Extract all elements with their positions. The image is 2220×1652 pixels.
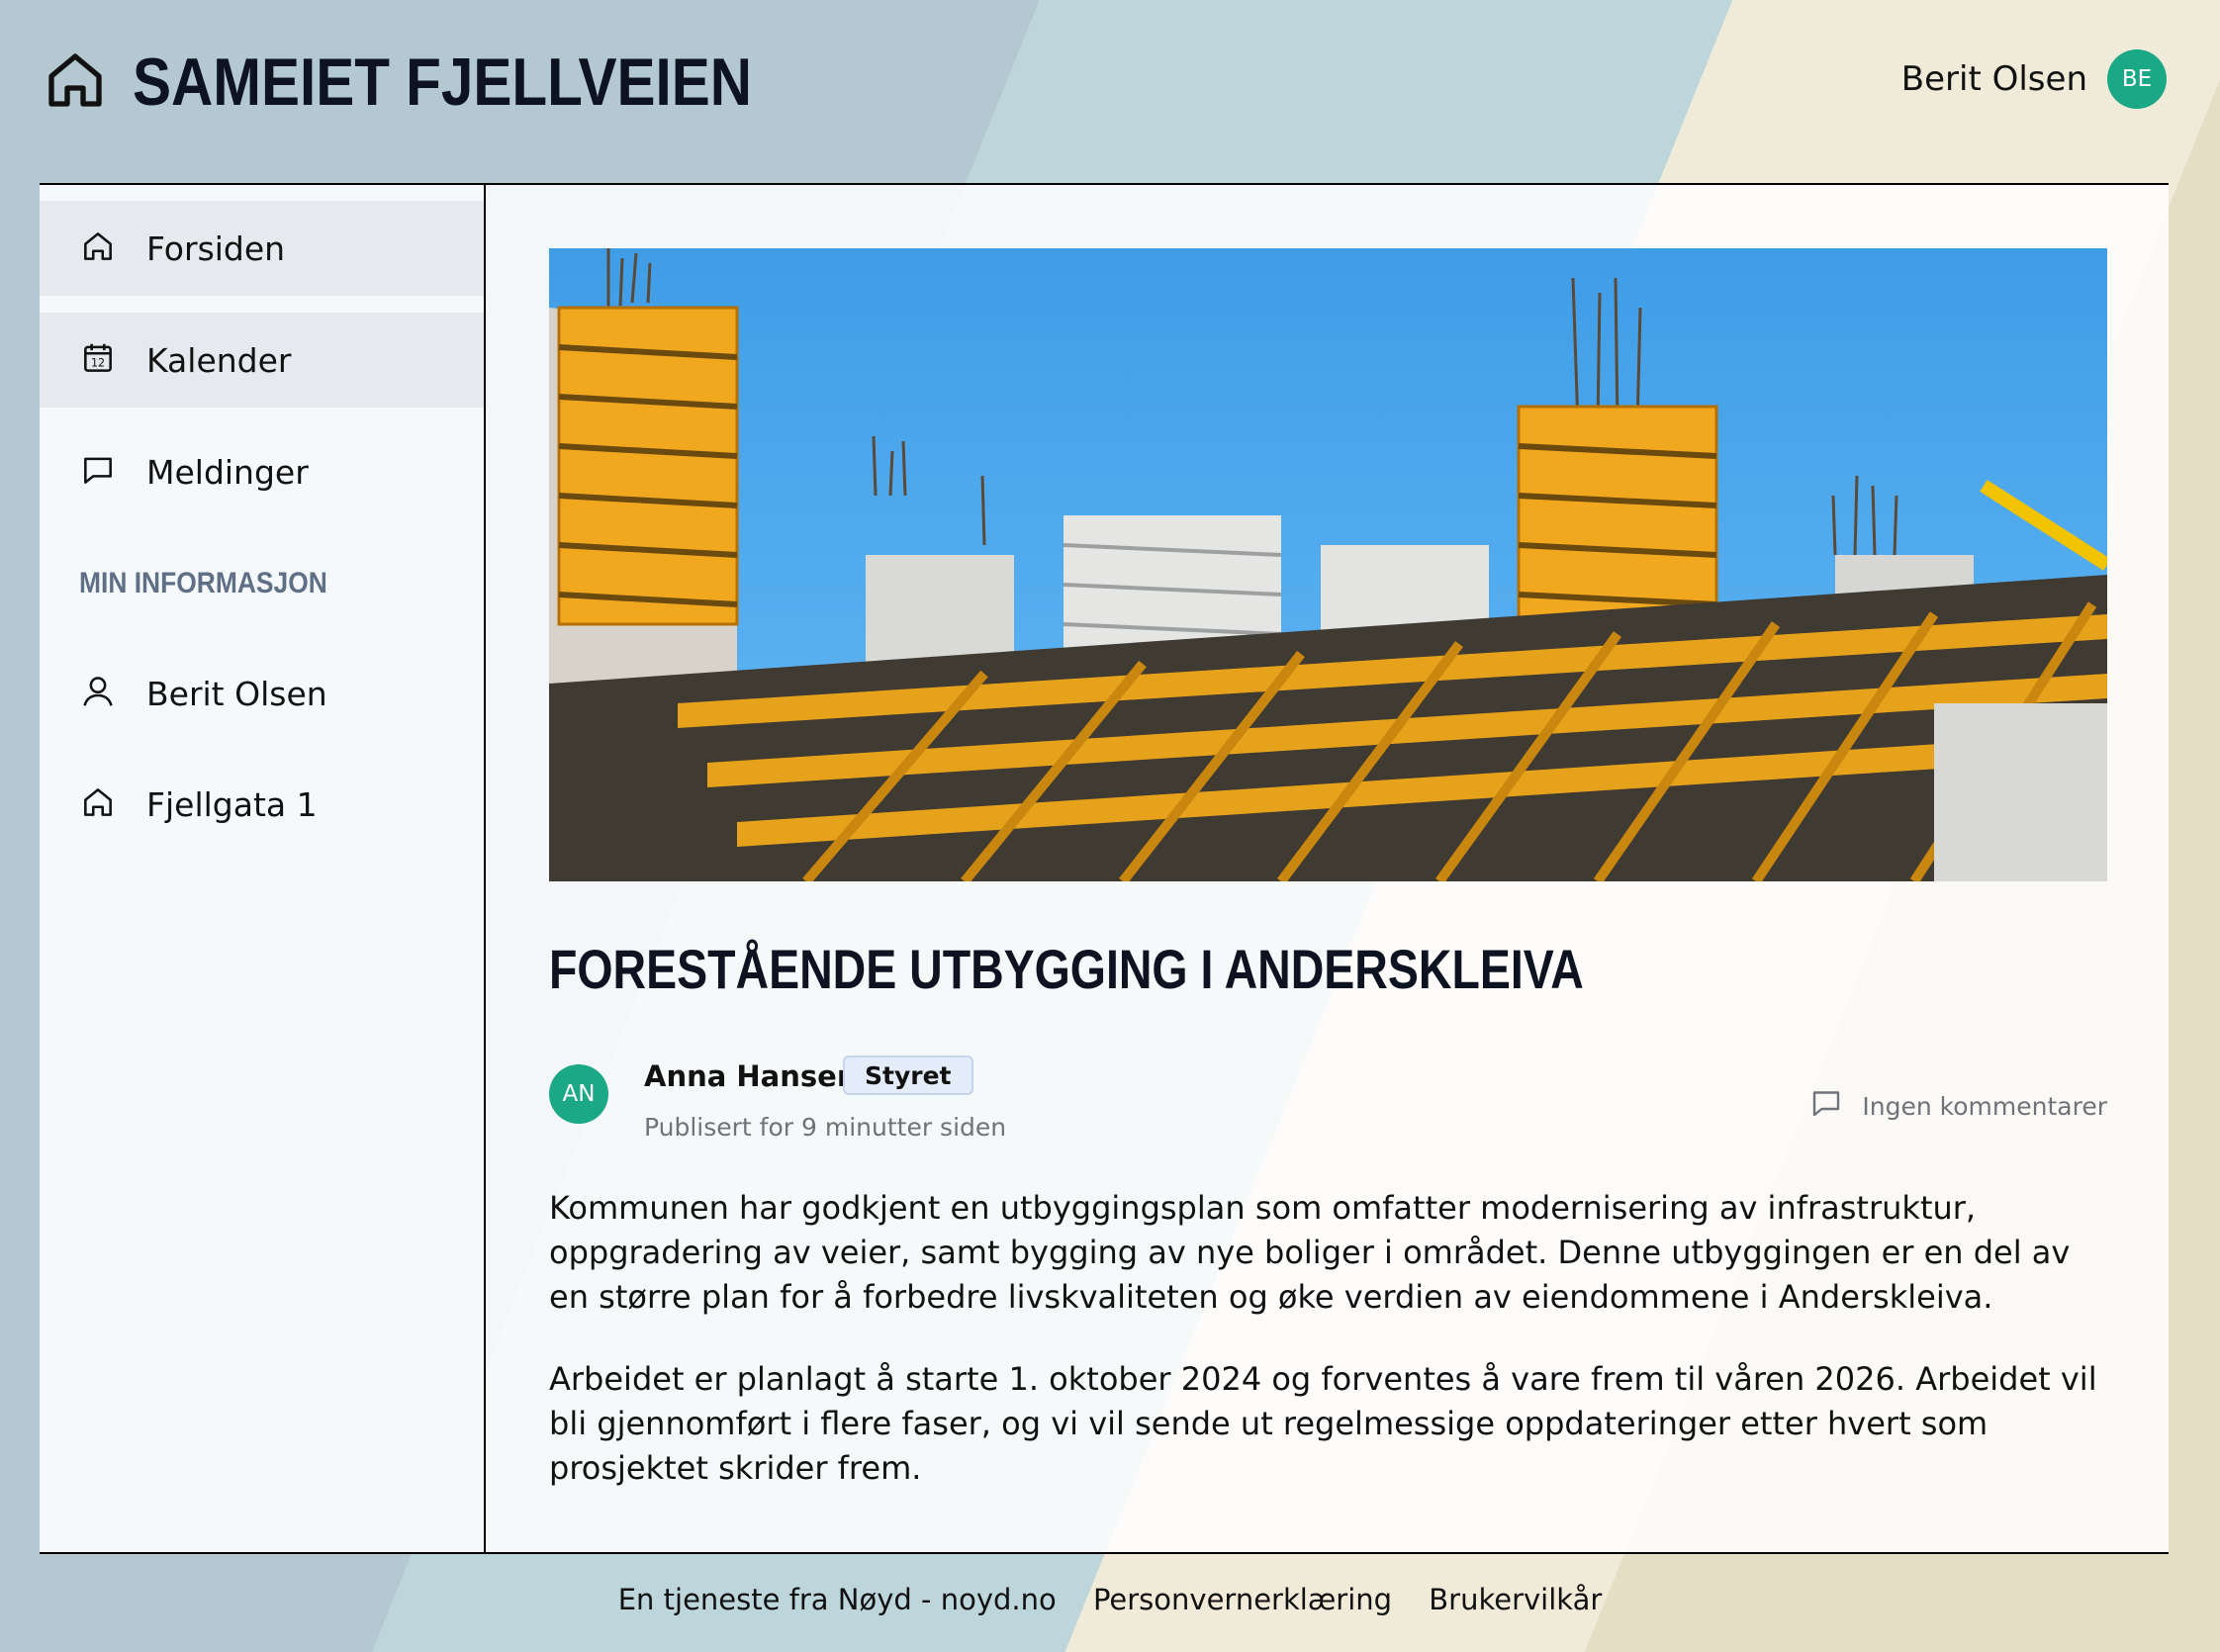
- svg-text:12: 12: [91, 357, 105, 370]
- user-menu[interactable]: Berit Olsen BE: [1901, 49, 2167, 109]
- content-frame: Forsiden 12 Kalender Meldinger MIN INFOR…: [40, 183, 2169, 1554]
- author-avatar: AN: [549, 1064, 608, 1124]
- section-heading: MIN INFORMASJON: [79, 567, 327, 599]
- main-content: FORESTÅENDE UTBYGGING I ANDERSKLEIVA AN …: [486, 185, 2169, 1552]
- published-time: Publisert for 9 minutter siden: [644, 1113, 1007, 1142]
- sidebar-item-label: Meldinger: [146, 452, 309, 492]
- user-name: Berit Olsen: [1900, 59, 2087, 99]
- author-name[interactable]: Anna Hansen: [644, 1059, 857, 1093]
- sidebar-item-label: Fjellgata 1: [146, 784, 318, 824]
- hero-image: [549, 248, 2107, 881]
- sidebar-item-property[interactable]: Fjellgata 1: [40, 757, 484, 852]
- sidebar-item-meldinger[interactable]: Meldinger: [40, 424, 484, 519]
- post-body: Kommunen har godkjent en utbyggingsplan …: [549, 1186, 2112, 1528]
- message-icon: [79, 451, 117, 493]
- comments-link[interactable]: Ingen kommentarer: [1808, 1085, 2107, 1127]
- post-paragraph: Arbeidet er planlagt å starte 1. oktober…: [549, 1360, 2097, 1487]
- home-icon: [79, 783, 117, 825]
- calendar-icon: 12: [79, 339, 117, 381]
- footer: En tjeneste fra Nøyd - noyd.no Personver…: [0, 1583, 2220, 1616]
- home-icon: [79, 228, 117, 269]
- user-avatar[interactable]: BE: [2107, 49, 2167, 109]
- sidebar-item-label: Berit Olsen: [146, 674, 327, 713]
- sidebar-item-label: Kalender: [146, 340, 292, 380]
- app-title: SAMEIET FJELLVEIEN: [133, 45, 753, 120]
- comment-icon: [1808, 1085, 1862, 1127]
- sidebar-item-forsiden[interactable]: Forsiden: [40, 201, 484, 296]
- home-icon: [44, 48, 107, 116]
- user-icon: [79, 673, 117, 714]
- footer-link-privacy[interactable]: Personvernerklæring: [1093, 1583, 1392, 1616]
- sidebar-item-kalender[interactable]: 12 Kalender: [40, 313, 484, 408]
- sidebar-item-profile[interactable]: Berit Olsen: [40, 646, 484, 741]
- sidebar-item-label: Forsiden: [146, 229, 286, 268]
- app-header: SAMEIET FJELLVEIEN Berit Olsen BE: [0, 0, 2220, 184]
- sidebar: Forsiden 12 Kalender Meldinger MIN INFOR…: [40, 185, 486, 1552]
- brand[interactable]: SAMEIET FJELLVEIEN: [44, 44, 853, 121]
- post-author: AN Anna Hansen Styret Publisert for 9 mi…: [549, 1055, 2107, 1154]
- role-badge: Styret: [843, 1055, 973, 1095]
- comments-count: Ingen kommentarer: [1862, 1091, 2107, 1121]
- post-paragraph: Kommunen har godkjent en utbyggingsplan …: [549, 1189, 2071, 1316]
- footer-link-noyd[interactable]: En tjeneste fra Nøyd - noyd.no: [618, 1583, 1057, 1616]
- post-title: FORESTÅENDE UTBYGGING I ANDERSKLEIVA: [549, 938, 1584, 1000]
- footer-link-terms[interactable]: Brukervilkår: [1429, 1583, 1602, 1616]
